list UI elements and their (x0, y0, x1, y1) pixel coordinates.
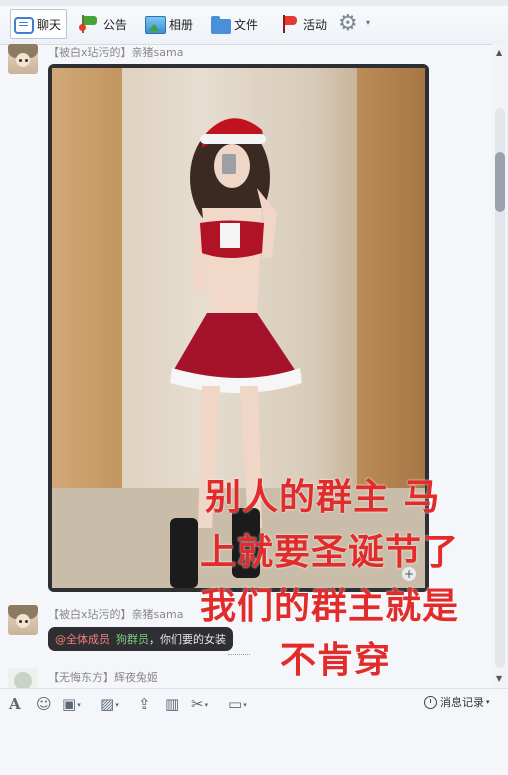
read-indicator (228, 654, 250, 657)
tab-activity-label: 活动 (303, 17, 328, 32)
tab-files[interactable]: 文件 (211, 10, 258, 38)
tab-chat[interactable]: 聊天 (10, 9, 68, 39)
settings-dropdown-arrow-icon[interactable]: ▾ (366, 18, 370, 27)
overlay-text-line-1: 别人的群主 马 (205, 477, 441, 518)
screenshot-icon[interactable]: ✂▾ (191, 695, 208, 713)
tab-notice[interactable]: 公告 (78, 10, 127, 38)
notice-flag-icon (78, 13, 100, 35)
tab-chat-label: 聊天 (37, 17, 62, 32)
mention-group-title[interactable]: 狗群员 (116, 631, 149, 647)
message-bubble[interactable]: @全体成员 狗群员 ，你们要的女装 (48, 627, 233, 651)
chat-icon (14, 16, 34, 34)
avatar[interactable] (8, 605, 38, 635)
emoji-icon[interactable]: ☺ (36, 695, 52, 713)
message-text: ，你们要的女装 (149, 633, 226, 646)
tab-notice-label: 公告 (103, 17, 128, 32)
tab-files-label: 文件 (234, 17, 259, 32)
message-sender[interactable]: 【被白x玷污的】亲猪sama (48, 606, 183, 622)
scroll-up-icon[interactable]: ▲ (496, 48, 502, 57)
avatar[interactable] (8, 668, 38, 688)
image-icon[interactable]: ▨▾ (100, 695, 119, 713)
gift-icon[interactable]: ▥ (165, 695, 179, 713)
history-dropdown-icon[interactable]: ▾ (486, 698, 490, 706)
history-label: 消息记录 (440, 696, 484, 709)
chat-scrollbar[interactable]: ▲ ▼ (492, 44, 508, 688)
overlay-text-line-4: 不肯穿 (280, 640, 392, 681)
scroll-down-icon[interactable]: ▼ (496, 674, 502, 683)
message-history-button[interactable]: 消息记录 ▾ (424, 694, 490, 710)
message-sender[interactable]: 【无悔东方】辉夜兔姬 (48, 669, 158, 685)
window-title-strip (0, 0, 508, 6)
scroll-thumb[interactable] (495, 152, 505, 212)
shake-icon[interactable]: ▣▾ (62, 695, 81, 713)
font-icon[interactable]: A (9, 695, 21, 713)
upload-icon[interactable]: ⇪ (138, 695, 151, 713)
message-sender[interactable]: 【被白x玷污的】亲猪sama (48, 44, 183, 60)
tab-activity[interactable]: 活动 (278, 10, 327, 38)
overlay-text-line-2: 上就要圣诞节了 (200, 532, 460, 573)
voice-icon[interactable]: ▭▾ (228, 695, 247, 713)
clock-icon (424, 695, 437, 709)
avatar[interactable] (8, 44, 38, 74)
tab-album-label: 相册 (169, 17, 194, 32)
activity-flag-icon (278, 13, 300, 35)
message-input[interactable] (0, 718, 508, 775)
chat-toolbar: 聊天 公告 相册 文件 活动 ⚙ ▾ (0, 0, 508, 45)
gear-icon[interactable]: ⚙ (338, 13, 358, 35)
folder-icon (211, 15, 231, 34)
mention-all[interactable]: @全体成员 (55, 631, 110, 647)
tab-album[interactable]: 相册 (145, 10, 193, 38)
album-icon (145, 16, 166, 34)
overlay-text-line-3: 我们的群主就是 (200, 586, 460, 627)
